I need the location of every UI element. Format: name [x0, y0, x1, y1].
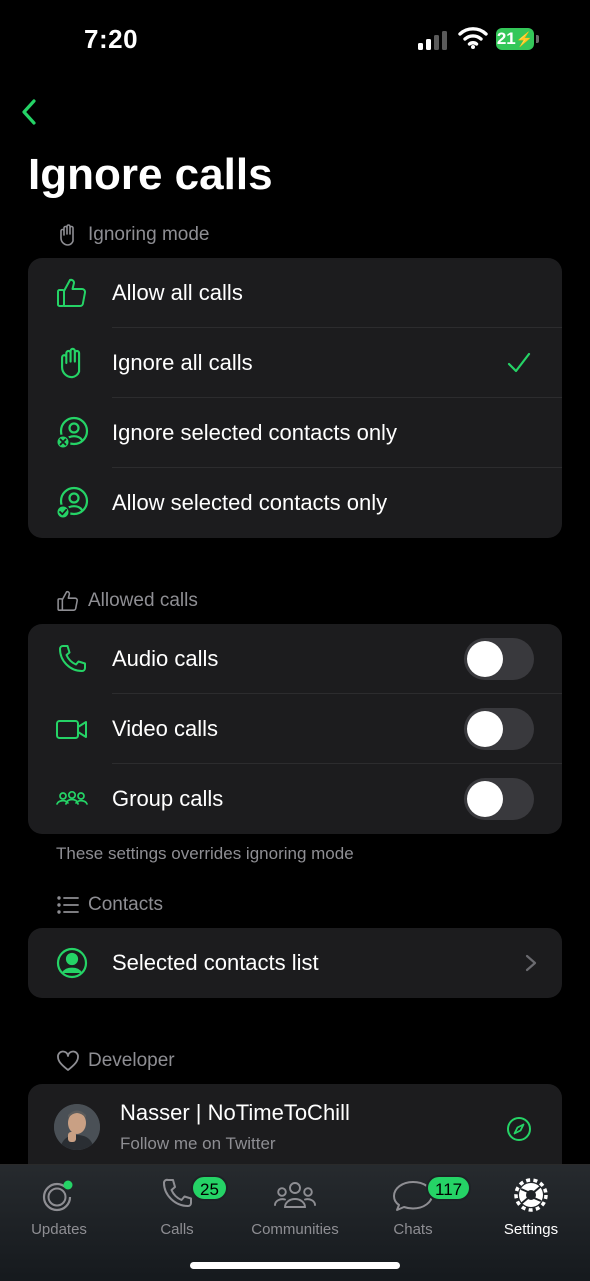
tab-label: Calls [160, 1221, 194, 1238]
chats-badge: 117 [426, 1175, 472, 1201]
avatar [54, 1104, 100, 1150]
developer-row[interactable]: Nasser | NoTimeToChill Follow me on Twit… [28, 1084, 562, 1164]
option-label: Ignore selected contacts only [112, 420, 397, 445]
phone-icon [54, 641, 90, 677]
toggle-knob [467, 781, 503, 817]
thumbs-up-icon [54, 275, 90, 311]
option-label: Ignore all calls [112, 350, 253, 375]
option-allow-selected-contacts[interactable]: Allow selected contacts only [28, 468, 562, 538]
option-allow-all-calls[interactable]: Allow all calls [28, 258, 562, 328]
tab-settings[interactable]: Settings [472, 1171, 590, 1241]
contacts-group: Selected contacts list [28, 928, 562, 998]
home-indicator [190, 1262, 400, 1269]
toggle-knob [467, 641, 503, 677]
audio-calls-toggle[interactable] [464, 638, 534, 680]
contact-blocked-icon [54, 415, 90, 451]
group-calls-toggle[interactable] [464, 778, 534, 820]
section-header-label: Allowed calls [88, 590, 198, 611]
contact-allowed-icon [54, 485, 90, 521]
status-time: 7:20 [84, 24, 139, 54]
video-calls-row: Video calls [28, 694, 562, 764]
tab-communities[interactable]: Communities [236, 1171, 354, 1241]
video-icon [54, 711, 90, 747]
allowed-calls-group: Audio calls Video calls Group calls [28, 624, 562, 834]
group-calls-row: Group calls [28, 764, 562, 834]
compass-icon [507, 1117, 531, 1141]
section-header-ignoring-mode: Ignoring mode [56, 220, 209, 250]
list-icon [56, 893, 80, 917]
allowed-calls-footnote: These settings overrides ignoring mode [56, 844, 354, 863]
selected-contacts-list-row[interactable]: Selected contacts list [28, 928, 562, 998]
checkmark-icon [507, 352, 531, 373]
tab-label: Chats [393, 1221, 433, 1238]
page-title: Ignore calls [28, 150, 273, 199]
toggle-knob [467, 711, 503, 747]
thumbs-up-icon [56, 589, 80, 613]
developer-name: Nasser | NoTimeToChill [120, 1100, 350, 1125]
wifi-icon [458, 27, 488, 49]
contact-icon [54, 945, 90, 981]
option-label: Allow selected contacts only [112, 490, 388, 515]
audio-calls-row: Audio calls [28, 624, 562, 694]
option-ignore-all-calls[interactable]: Ignore all calls [28, 328, 562, 398]
row-label: Selected contacts list [112, 950, 319, 975]
developer-group: Nasser | NoTimeToChill Follow me on Twit… [28, 1084, 562, 1164]
hand-icon [56, 223, 80, 247]
heart-icon [56, 1049, 80, 1073]
option-ignore-selected-contacts[interactable]: Ignore selected contacts only [28, 398, 562, 468]
section-header-allowed-calls: Allowed calls [56, 586, 198, 616]
toggle-label: Group calls [112, 786, 224, 811]
tab-updates[interactable]: Updates [0, 1171, 118, 1241]
battery-icon: 21⚡ [496, 28, 540, 52]
tab-chats[interactable]: 117 Chats [354, 1171, 472, 1241]
section-header-contacts: Contacts [56, 890, 163, 920]
back-button[interactable] [14, 94, 50, 130]
calls-badge: 25 [191, 1175, 228, 1201]
communities-icon [274, 1182, 316, 1208]
hand-icon [54, 345, 90, 381]
toggle-label: Audio calls [112, 646, 219, 671]
updates-icon [42, 1180, 73, 1212]
tab-label: Communities [251, 1221, 339, 1238]
battery-level: 21 [496, 29, 516, 48]
section-header-developer: Developer [56, 1046, 175, 1076]
tab-calls[interactable]: 25 Calls [118, 1171, 236, 1241]
option-label: Allow all calls [112, 280, 243, 305]
section-header-label: Contacts [88, 894, 163, 915]
status-bar: 7:20 21⚡ [0, 0, 590, 80]
group-icon [54, 781, 90, 817]
chevron-right-icon [525, 954, 537, 972]
section-header-label: Developer [88, 1050, 175, 1071]
section-header-label: Ignoring mode [88, 224, 210, 245]
developer-subtitle: Follow me on Twitter [120, 1134, 276, 1153]
video-calls-toggle[interactable] [464, 708, 534, 750]
settings-icon [514, 1178, 548, 1212]
tab-label: Settings [503, 1221, 559, 1238]
ignoring-mode-group: Allow all calls Ignore all calls Ignore … [28, 258, 562, 538]
tab-label: Updates [31, 1221, 87, 1238]
toggle-label: Video calls [112, 716, 218, 741]
cellular-signal-icon [418, 31, 447, 50]
